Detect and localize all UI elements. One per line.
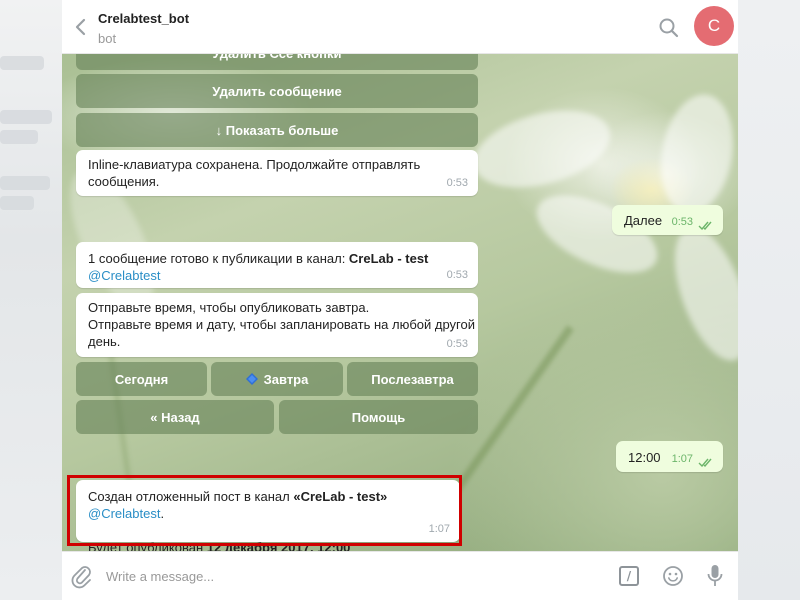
- message-text: Создан отложенный пост в канал «CreLab -…: [88, 488, 460, 551]
- today-button[interactable]: Сегодня: [76, 362, 207, 396]
- chat-header: Crelabtest_bot bot C: [62, 0, 738, 54]
- incoming-message[interactable]: 1 сообщение готово к публикации в канал:…: [76, 242, 478, 288]
- incoming-message[interactable]: Создан отложенный пост в канал «CreLab -…: [76, 480, 460, 551]
- message-text: Inline-клавиатура сохранена. Продолжайте…: [88, 156, 420, 190]
- blue-diamond-icon: [245, 373, 258, 385]
- slash-icon: /: [626, 569, 632, 583]
- wallpaper-petal: [659, 217, 738, 371]
- wallpaper-petal: [465, 97, 619, 201]
- channel-name: «CreLab - test»: [293, 489, 388, 504]
- message-line: Inline-клавиатура сохранена. Продолжайте…: [88, 157, 421, 172]
- message-time: 0:53: [446, 269, 468, 281]
- blurred-row: [0, 130, 38, 144]
- message-time: 0:53: [671, 216, 693, 228]
- message-line: 1 сообщение готово к публикации в канал:…: [88, 250, 428, 267]
- back-keyboard-button[interactable]: « Назад: [76, 400, 274, 434]
- message-time: 1:07: [428, 523, 450, 535]
- show-more-button[interactable]: ↓ Показать больше: [76, 113, 478, 147]
- search-icon: [659, 18, 679, 38]
- message-time: 0:53: [446, 177, 468, 189]
- wallpaper-petal: [652, 88, 738, 220]
- back-button[interactable]: [68, 14, 94, 40]
- outgoing-message[interactable]: Далее 0:53: [612, 205, 723, 235]
- chevron-left-icon: [75, 18, 86, 36]
- message-line: сообщения.: [88, 174, 160, 189]
- message-time: 1:07: [671, 453, 693, 465]
- blurred-row: [0, 196, 34, 210]
- message-text: 1 сообщение готово к публикации в канал:…: [88, 250, 428, 284]
- message-composer: /: [62, 551, 738, 600]
- message-segment: 1 сообщение готово к публикации в канал:: [88, 251, 349, 266]
- microphone-icon: [707, 565, 723, 586]
- chat-title[interactable]: Crelabtest_bot: [98, 11, 189, 26]
- paperclip-icon: [71, 566, 91, 589]
- voice-record-button[interactable]: [707, 564, 723, 588]
- outgoing-message[interactable]: 12:00 1:07: [616, 441, 723, 472]
- attach-button[interactable]: [70, 563, 94, 589]
- delete-all-buttons-button[interactable]: Удалить Ссе кнопки: [76, 54, 478, 70]
- background-left-panel: [0, 0, 62, 600]
- scheduled-datetime: 12 декабря 2017, 12:00: [206, 540, 351, 551]
- blurred-row: [0, 110, 52, 124]
- message-segment: Будет опубликован: [88, 540, 207, 551]
- message-text: Отправьте время, чтобы опубликовать завт…: [88, 299, 475, 350]
- tomorrow-label: Завтра: [263, 371, 309, 387]
- bot-commands-button[interactable]: /: [619, 566, 639, 586]
- delete-message-button[interactable]: Удалить сообщение: [76, 74, 478, 108]
- read-ticks-icon: [698, 221, 712, 230]
- incoming-message[interactable]: Отправьте время, чтобы опубликовать завт…: [76, 293, 478, 357]
- message-line: Отправьте время и дату, чтобы запланиров…: [88, 317, 475, 332]
- chat-status: bot: [98, 31, 117, 46]
- search-button[interactable]: [658, 17, 680, 39]
- message-line: Отправьте время, чтобы опубликовать завт…: [88, 300, 370, 315]
- message-history[interactable]: Удалить Ссе кнопки Удалить сообщение ↓ П…: [62, 54, 738, 551]
- message-line: Будет опубликован 12 декабря 2017, 12:00: [88, 539, 460, 551]
- emoji-button[interactable]: [662, 565, 684, 587]
- message-text: 12:00: [628, 450, 661, 465]
- message-time: 0:53: [446, 338, 468, 350]
- message-text: Далее: [624, 213, 663, 228]
- channel-link[interactable]: @Crelabtest: [88, 268, 160, 283]
- background-right-panel: [738, 0, 800, 600]
- blurred-row: [0, 176, 50, 190]
- channel-link[interactable]: @Crelabtest: [88, 506, 160, 521]
- smiley-icon: [663, 566, 683, 586]
- tomorrow-button[interactable]: Завтра: [211, 362, 343, 396]
- incoming-message[interactable]: Inline-клавиатура сохранена. Продолжайте…: [76, 150, 478, 196]
- help-button[interactable]: Помощь: [279, 400, 478, 434]
- message-input[interactable]: [106, 564, 606, 588]
- message-line: Создан отложенный пост в канал «CreLab -…: [88, 488, 460, 522]
- day-after-tomorrow-button[interactable]: Послезавтра: [347, 362, 478, 396]
- message-line: день.: [88, 334, 121, 349]
- avatar[interactable]: C: [694, 6, 734, 46]
- channel-name: CreLab - test: [348, 251, 429, 266]
- chat-window: Crelabtest_bot bot C Удалить Ссе кнопки …: [62, 0, 738, 600]
- message-segment: Создан отложенный пост в канал: [88, 489, 294, 504]
- message-segment: .: [160, 506, 165, 521]
- read-ticks-icon: [698, 458, 712, 467]
- blurred-row: [0, 56, 44, 70]
